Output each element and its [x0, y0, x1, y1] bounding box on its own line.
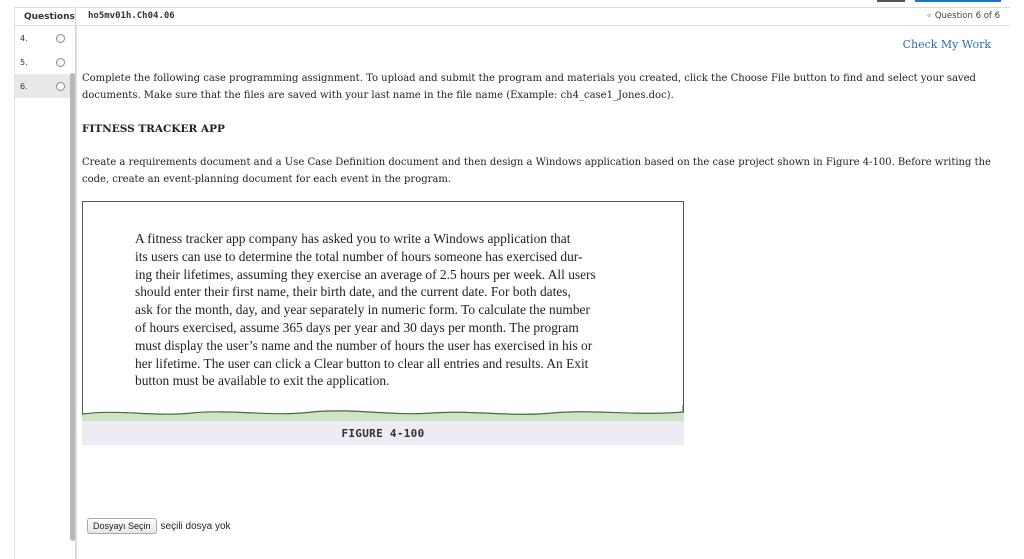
questions-sidebar: Questions 4. 5. 6.: [14, 7, 76, 559]
case-figure: A fitness tracker app company has asked …: [82, 201, 684, 445]
instructions-text: Complete the following case programming …: [82, 73, 976, 101]
figure-line: her lifetime. The user can click a Clear…: [135, 355, 589, 371]
figure-paper: A fitness tracker app company has asked …: [82, 201, 684, 415]
assignment-id: ho5mv01h.Ch04.06: [88, 11, 175, 21]
question-nav-label: Question 6 of 6: [934, 11, 1000, 21]
file-status-text: seçili dosya yok: [160, 520, 231, 532]
chevron-left-icon[interactable]: «: [927, 11, 932, 21]
divider: [76, 25, 77, 559]
question-item-5[interactable]: 5.: [15, 50, 75, 74]
questions-header: Questions: [15, 7, 75, 26]
description-text: Create a requirements document and a Use…: [82, 157, 991, 185]
question-number: 4.: [20, 33, 28, 43]
sidebar-scrollbar[interactable]: [70, 73, 75, 541]
figure-line: of hours exercised, assume 365 days per …: [135, 319, 579, 335]
figure-line: ask for the month, day, and year separat…: [135, 302, 590, 318]
figure-text: A fitness tracker app company has asked …: [135, 230, 615, 390]
figure-caption: FIGURE 4-100: [341, 427, 425, 440]
status-circle-icon: [56, 81, 65, 91]
figure-line: must display the user’s name and the num…: [135, 337, 593, 353]
status-circle-icon: [56, 57, 65, 67]
figure-line: should enter their first name, their bir…: [135, 284, 571, 300]
top-decoration-blue: [915, 0, 1001, 2]
main-header: ho5mv01h.Ch04.06 «Question 6 of 6: [77, 7, 1010, 26]
top-decoration-grey: [877, 0, 905, 2]
status-circle-icon: [56, 33, 65, 43]
question-number: 5.: [20, 57, 28, 67]
choose-file-button[interactable]: Dosyayı Seçin: [87, 518, 157, 534]
figure-line: button must be available to exit the app…: [135, 373, 390, 389]
question-content: Complete the following case programming …: [82, 70, 1007, 188]
figure-line: ing their lifetimes, assuming they exerc…: [135, 266, 596, 282]
case-heading: FITNESS TRACKER APP: [82, 123, 225, 135]
question-nav[interactable]: «Question 6 of 6: [927, 11, 1000, 21]
question-item-4[interactable]: 4.: [15, 26, 75, 50]
torn-edge-wave: [82, 405, 684, 421]
check-my-work-link[interactable]: Check My Work: [903, 38, 991, 51]
figure-line: its users can use to determine the total…: [135, 248, 583, 264]
question-item-6[interactable]: 6.: [15, 74, 75, 98]
question-number: 6.: [20, 81, 28, 91]
figure-line: A fitness tracker app company has asked …: [135, 231, 571, 246]
file-upload: Dosyayı Seçin seçili dosya yok: [87, 518, 231, 534]
